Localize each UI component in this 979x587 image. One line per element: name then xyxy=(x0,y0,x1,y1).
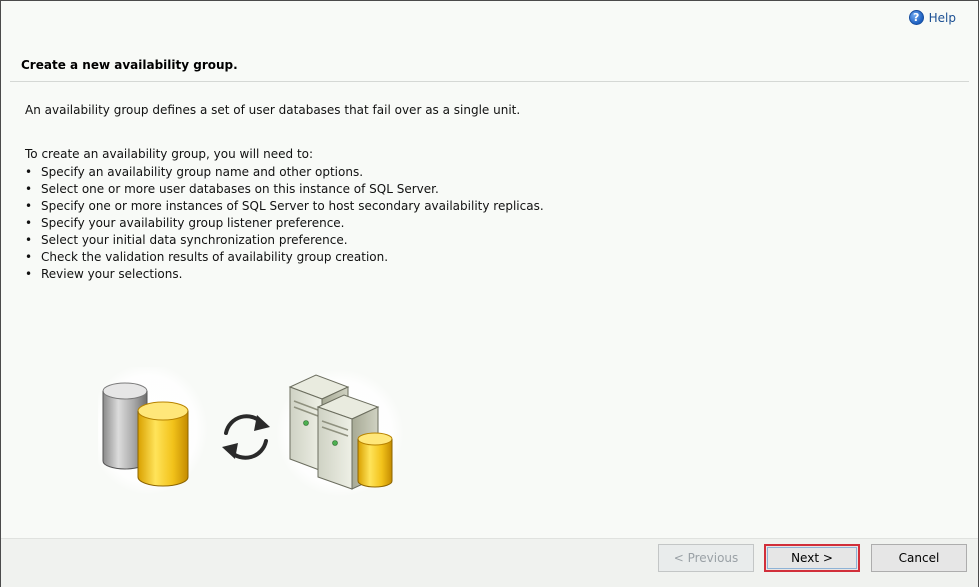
previous-button[interactable]: < Previous xyxy=(658,544,754,572)
header-divider xyxy=(10,81,969,82)
steps-list: • Specify an availability group name and … xyxy=(25,164,544,283)
list-item: • Check the validation results of availab… xyxy=(25,250,389,264)
next-button[interactable]: Next > xyxy=(764,544,860,572)
help-label: Help xyxy=(928,10,956,25)
list-item: • Review your selections. xyxy=(25,267,183,281)
wizard-content: ? Help Create a new availability group. … xyxy=(1,1,978,538)
intro-text: To create an availability group, you wil… xyxy=(25,147,314,161)
question-circle-icon: ? xyxy=(908,10,924,25)
cancel-button[interactable]: Cancel xyxy=(871,544,967,572)
list-item: • Specify an availability group name and … xyxy=(25,165,364,179)
database-cylinders-icon xyxy=(98,367,208,495)
help-link[interactable]: ? Help xyxy=(908,10,956,25)
description-text: An availability group defines a set of u… xyxy=(25,103,521,117)
list-item: • Select your initial data synchronizatio… xyxy=(25,233,348,247)
wizard-window: ? Help Create a new availability group. … xyxy=(0,0,979,587)
list-item: • Specify your availability group listene… xyxy=(25,216,345,230)
list-item: • Select one or more user databases on th… xyxy=(25,182,439,196)
page-title: Create a new availability group. xyxy=(21,58,238,72)
list-item: • Specify one or more instances of SQL Se… xyxy=(25,199,544,213)
servers-database-icon xyxy=(276,369,404,497)
availability-illustration xyxy=(98,367,404,497)
sync-arrows-icon xyxy=(222,414,270,460)
